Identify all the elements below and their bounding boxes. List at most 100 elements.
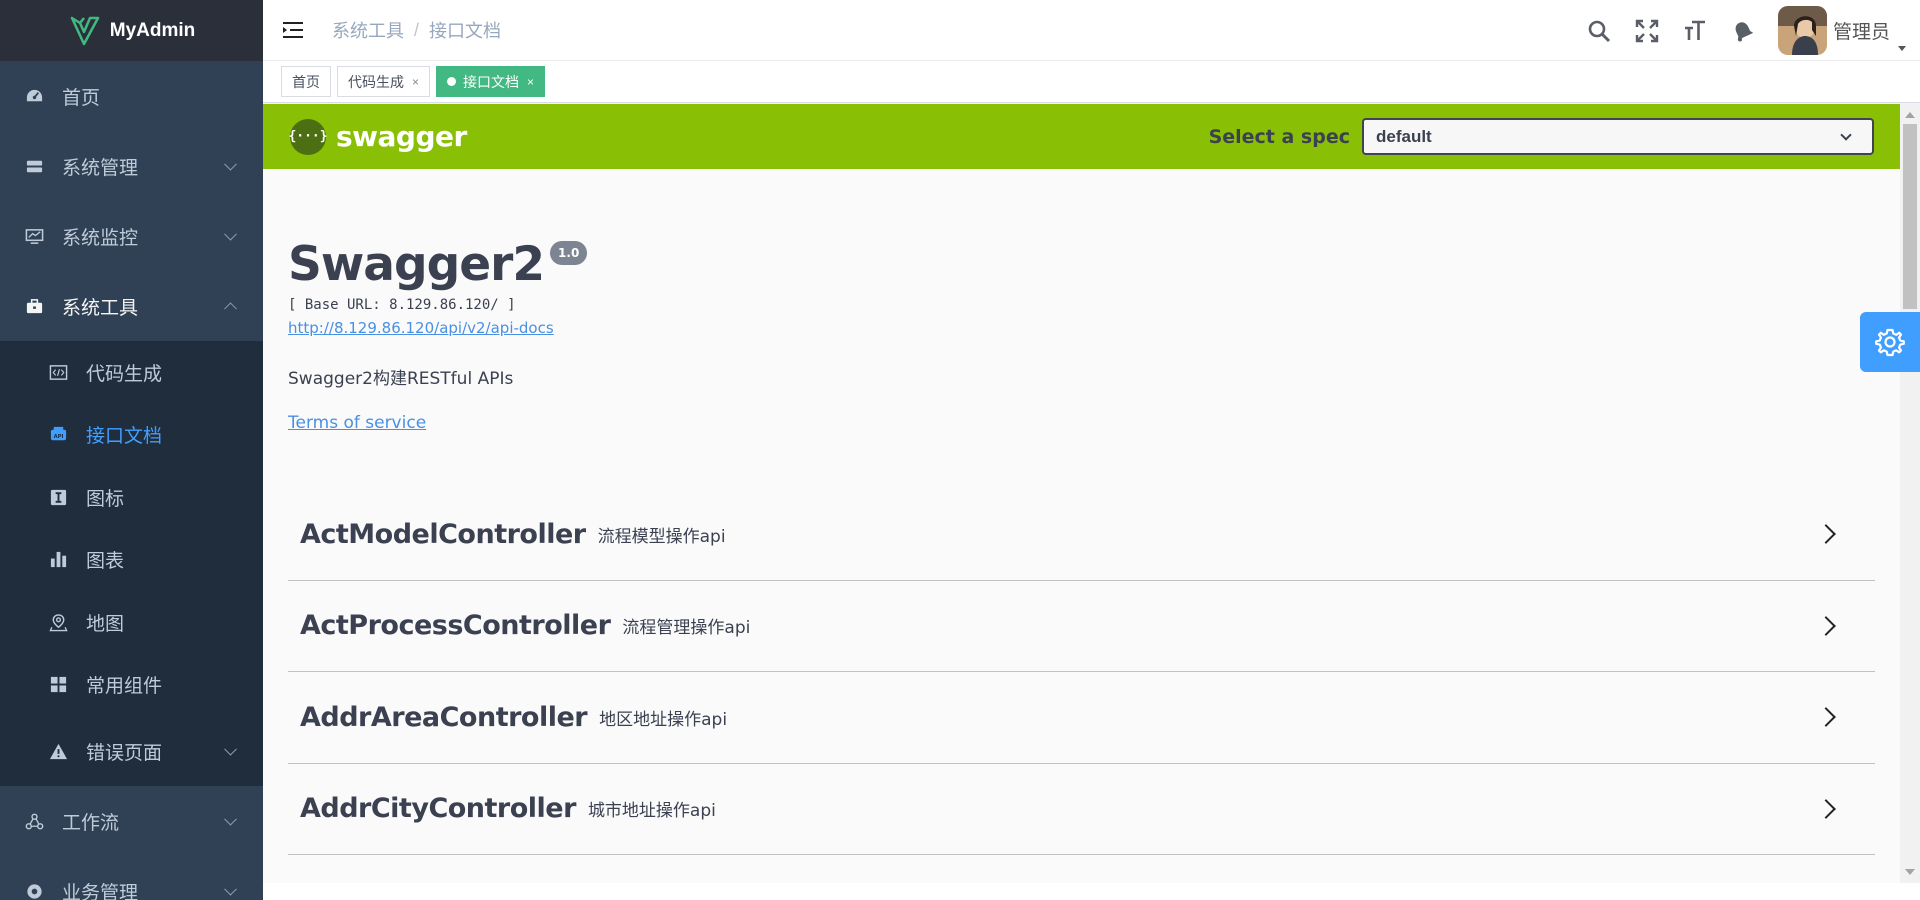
sidebar-item-label: 常用组件 — [86, 676, 163, 698]
api-info: Swagger2 1.0 [ Base URL: 8.129.86.120/ ]… — [263, 239, 1900, 433]
chevron-right-icon — [1816, 707, 1836, 728]
breadcrumb-item[interactable]: 系统工具 — [332, 17, 404, 43]
sidebar-item-tools[interactable]: 系统工具 — [0, 271, 263, 341]
sidebar-item-api-doc[interactable]: API 接口文档 — [0, 404, 263, 467]
sidebar-item-home[interactable]: 首页 — [0, 61, 263, 131]
controller-list: ActModelController 流程模型操作api ActProcessC… — [263, 489, 1900, 855]
right-menu: 管理员 — [1586, 0, 1920, 61]
chart-icon — [48, 550, 68, 570]
controller-section[interactable]: AddrAreaController 地区地址操作api — [288, 672, 1875, 764]
sidebar-item-map[interactable]: 地图 — [0, 591, 263, 654]
logo[interactable]: MyAdmin — [0, 0, 263, 61]
tag-label: 代码生成 — [348, 73, 404, 90]
monitor-icon — [24, 226, 44, 246]
chevron-down-icon — [224, 882, 237, 896]
swagger-frame: {···} swagger Select a spec default Swag… — [263, 104, 1900, 883]
terms-of-service-link[interactable]: Terms of service — [288, 413, 426, 433]
tag-label: 首页 — [292, 73, 320, 90]
spec-select[interactable]: default — [1362, 118, 1874, 155]
controller-section[interactable]: ActModelController 流程模型操作api — [288, 489, 1875, 581]
controller-section[interactable]: ActProcessController 流程管理操作api — [288, 581, 1875, 672]
swagger-logo-text: swagger — [336, 120, 467, 153]
controller-name: AddrCityController — [300, 793, 576, 825]
version-badge: 1.0 — [550, 241, 588, 265]
scrollbar-thumb[interactable] — [1903, 124, 1917, 309]
code-icon — [48, 362, 68, 382]
chevron-down-icon — [224, 812, 237, 826]
sidebar-item-label: 错误页面 — [86, 742, 163, 764]
chevron-down-icon — [224, 227, 237, 241]
swagger-topbar: {···} swagger Select a spec default — [263, 104, 1900, 169]
user-dropdown[interactable]: 管理员 — [1777, 6, 1906, 55]
dashboard-icon — [24, 86, 44, 106]
error-icon — [48, 741, 68, 761]
breadcrumb-current: 接口文档 — [429, 21, 502, 41]
sidebar-item-label: 系统工具 — [62, 297, 139, 319]
sidebar-item-components[interactable]: 常用组件 — [0, 654, 263, 717]
sidebar-item-monitor[interactable]: 系统监控 — [0, 201, 263, 271]
controller-description: 地区地址操作api — [599, 709, 728, 730]
sidebar-menu: 首页 系统管理 系统监控 系统工具 — [0, 61, 263, 341]
sidebar-item-label: 地图 — [86, 613, 125, 635]
breadcrumb-separator: / — [414, 19, 420, 40]
tag-home[interactable]: 首页 — [281, 66, 331, 97]
hamburger-icon[interactable] — [282, 18, 306, 42]
api-doc-icon: API — [48, 425, 68, 445]
scroll-up-icon[interactable] — [1905, 112, 1915, 118]
sidebar-item-business[interactable]: 业务管理 — [0, 856, 263, 900]
bell-icon[interactable] — [1730, 18, 1756, 44]
swagger-logo[interactable]: {···} swagger — [288, 118, 467, 155]
toolbox-icon — [24, 296, 44, 316]
tag-label: 接口文档 — [463, 73, 520, 90]
chevron-up-icon — [224, 302, 237, 316]
sidebar-item-label: 图标 — [86, 488, 125, 510]
gear-icon — [1875, 328, 1905, 357]
app-name: MyAdmin — [109, 19, 196, 41]
sidebar-item-icons[interactable]: 图标 — [0, 466, 263, 529]
sidebar-item-charts[interactable]: 图表 — [0, 529, 263, 592]
avatar[interactable] — [1777, 6, 1827, 55]
font-size-icon[interactable] — [1682, 18, 1708, 44]
sidebar-item-workflow[interactable]: 工作流 — [0, 786, 263, 856]
controller-section[interactable]: AddrCityController 城市地址操作api — [288, 764, 1875, 855]
sidebar: MyAdmin 首页 系统管理 系统监控 系统工具 代码生成 API 接口文档 … — [0, 0, 263, 900]
tags-view: 首页 代码生成 × 接口文档 × — [263, 61, 1920, 103]
svg-text:API: API — [53, 434, 63, 440]
tools-submenu: 代码生成 API 接口文档 图标 图表 地图 常用组件 错误页面 — [0, 341, 263, 786]
navbar: 系统工具 / 接口文档 管理员 — [263, 0, 1920, 61]
close-icon[interactable]: × — [412, 75, 419, 89]
active-dot — [447, 77, 457, 86]
caret-down-icon — [1898, 46, 1906, 51]
business-icon — [24, 881, 44, 900]
logo-icon — [68, 14, 102, 48]
sidebar-item-code-gen[interactable]: 代码生成 — [0, 341, 263, 404]
user-name: 管理员 — [1832, 22, 1890, 43]
sidebar-item-system[interactable]: 系统管理 — [0, 131, 263, 201]
close-icon[interactable]: × — [527, 75, 534, 89]
api-docs-link[interactable]: http://8.129.86.120/api/v2/api-docs — [288, 319, 1875, 337]
breadcrumb: 系统工具 / 接口文档 — [332, 17, 501, 43]
system-icon — [24, 156, 44, 176]
fullscreen-icon[interactable] — [1634, 18, 1660, 44]
sidebar-item-label: 图表 — [86, 551, 125, 573]
settings-button[interactable] — [1860, 312, 1920, 372]
api-description: Swagger2构建RESTful APIs — [288, 369, 514, 389]
sidebar-item-error-pages[interactable]: 错误页面 — [0, 716, 263, 786]
chevron-right-icon — [1816, 524, 1836, 545]
sidebar-item-label: 系统监控 — [62, 227, 139, 249]
controller-name: ActModelController — [300, 518, 586, 550]
scrollbar[interactable] — [1900, 104, 1920, 883]
chevron-down-icon — [224, 742, 237, 756]
chevron-down-icon — [1840, 129, 1852, 141]
icon-icon — [48, 487, 68, 507]
search-icon[interactable] — [1586, 18, 1612, 44]
sidebar-menu-bottom: 工作流 业务管理 — [0, 786, 263, 900]
spec-selector: Select a spec default — [1209, 118, 1874, 155]
tag-api-doc[interactable]: 接口文档 × — [436, 66, 546, 97]
base-url: [ Base URL: 8.129.86.120/ ] — [288, 297, 516, 313]
scroll-down-icon[interactable] — [1905, 869, 1915, 875]
sidebar-item-label: 首页 — [62, 87, 101, 109]
api-title: Swagger2 — [288, 237, 545, 292]
tag-code-gen[interactable]: 代码生成 × — [337, 66, 431, 97]
controller-description: 流程模型操作api — [597, 526, 726, 547]
